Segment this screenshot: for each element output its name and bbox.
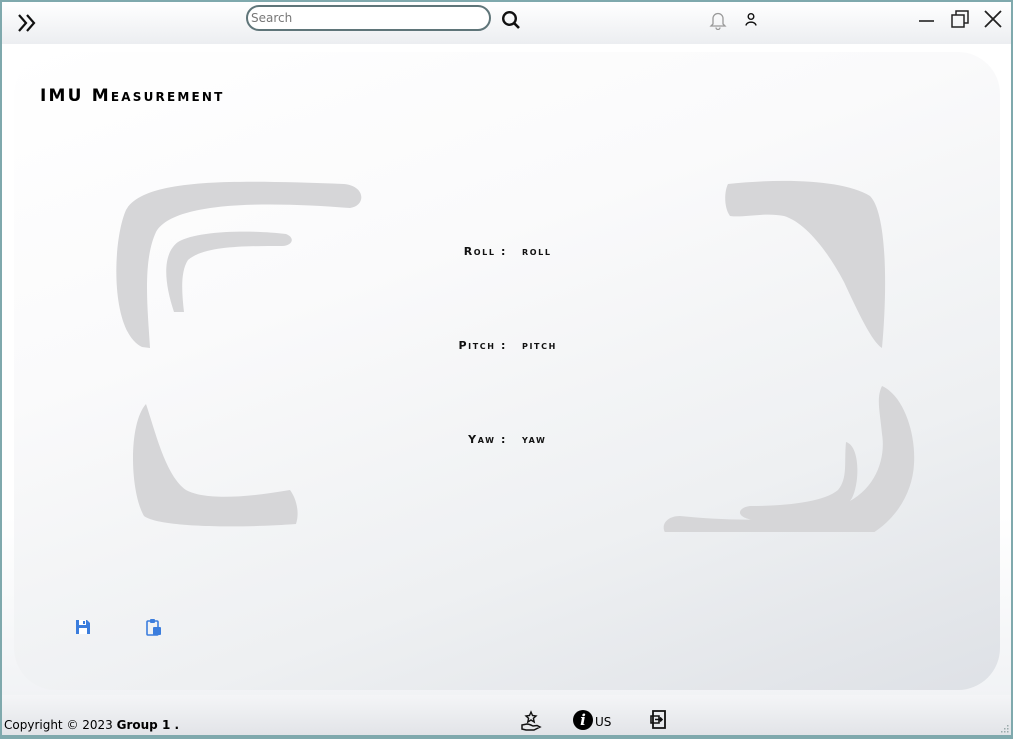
copyright-text: Copyright © 2023 Group 1 . — [4, 718, 179, 732]
search-input[interactable] — [251, 9, 476, 27]
app-window: IMU Measurement Roll : roll Pitch — [2, 2, 1011, 735]
page-title: IMU Measurement — [40, 86, 225, 106]
search-icon[interactable] — [501, 10, 521, 30]
bell-icon[interactable] — [709, 10, 727, 30]
footer-bar: Copyright © 2023 Group 1 . i US — [2, 695, 1011, 735]
yaw-label: Yaw : — [468, 433, 507, 446]
resize-grip-icon[interactable] — [999, 723, 1009, 733]
roll-row: Roll : roll — [14, 245, 1000, 265]
search-box[interactable] — [246, 5, 491, 31]
logout-icon[interactable] — [648, 709, 670, 731]
copyright-prefix: Copyright © 2023 — [4, 718, 117, 732]
copyright-group: Group 1 . — [116, 718, 180, 732]
save-icon[interactable] — [74, 618, 92, 636]
yaw-value: yaw — [522, 433, 547, 446]
close-icon[interactable] — [982, 8, 1004, 30]
measurement-panel: IMU Measurement Roll : roll Pitch: pitc… — [14, 52, 1000, 690]
maximize-icon[interactable] — [950, 9, 970, 29]
pitch-row: Pitch : pitch — [14, 339, 1000, 359]
hand-star-icon[interactable] — [520, 710, 542, 732]
minimize-icon[interactable] — [918, 10, 936, 28]
info-icon: i — [573, 710, 593, 730]
user-icon[interactable] — [744, 12, 758, 26]
roll-value: roll — [522, 245, 552, 258]
about-us-label: US — [595, 715, 612, 729]
clipboard-icon[interactable] — [145, 618, 163, 636]
menu-expand-icon[interactable] — [16, 12, 38, 34]
about-us-button[interactable]: i US — [573, 710, 615, 732]
title-bar — [2, 2, 1011, 44]
pitch-label: Pitch : — [458, 339, 507, 352]
pitch-value: pitch — [522, 339, 557, 352]
yaw-row: Yaw : yaw — [14, 433, 1000, 453]
roll-label: Roll : — [463, 245, 507, 258]
